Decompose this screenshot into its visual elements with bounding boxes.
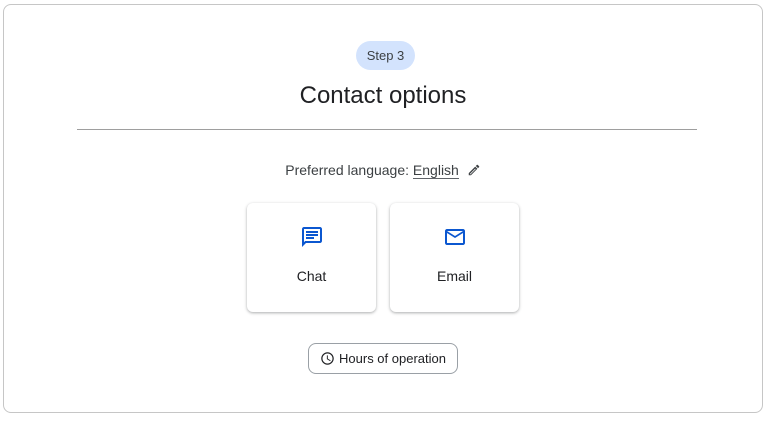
mail-icon <box>390 225 519 254</box>
step-chip: Step 3 <box>356 41 415 70</box>
preferred-language-value[interactable]: English <box>412 162 459 179</box>
chat-option-card[interactable]: Chat <box>247 203 376 312</box>
preferred-language-label: Preferred language: <box>285 162 410 178</box>
email-option-label: Email <box>436 268 472 284</box>
divider <box>77 129 697 130</box>
hours-of-operation-label: Hours of operation <box>339 351 446 366</box>
clock-icon <box>320 351 335 366</box>
chat-option-label: Chat <box>296 268 327 284</box>
page-title: Contact options <box>299 82 467 109</box>
hours-of-operation-button[interactable]: Hours of operation <box>308 343 458 374</box>
preferred-language-row: Preferred language: English <box>4 162 762 180</box>
pencil-icon[interactable] <box>467 163 481 180</box>
chat-icon <box>247 225 376 254</box>
email-option-card[interactable]: Email <box>390 203 519 312</box>
